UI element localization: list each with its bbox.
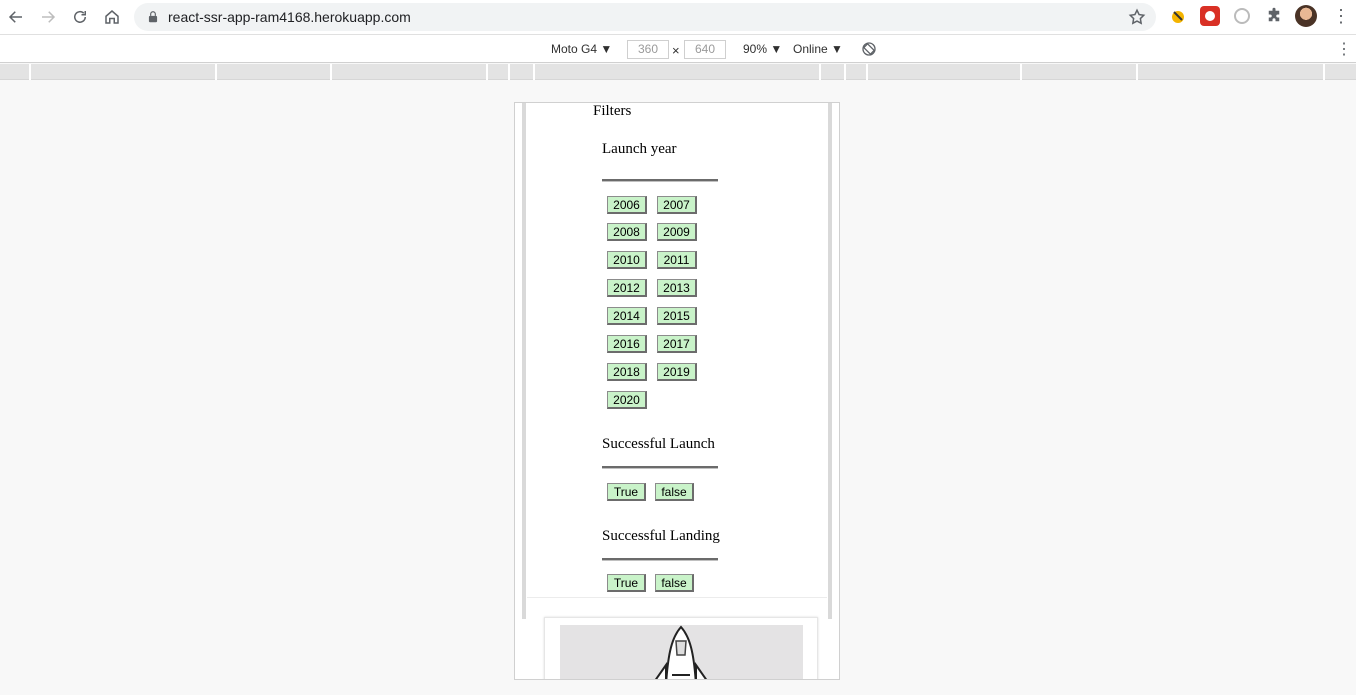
zoom-select[interactable]: 90% ▼ [743, 42, 782, 56]
home-icon[interactable] [101, 6, 123, 28]
year-button-2006[interactable]: 2006 [607, 196, 647, 214]
address-bar[interactable]: react-ssr-app-ram4168.herokuapp.com [134, 3, 1156, 31]
year-button-2013[interactable]: 2013 [657, 279, 697, 297]
successful-landing-title: Successful Landing [602, 528, 720, 544]
sidebar-border-left [522, 103, 526, 619]
extension-icon[interactable] [1232, 6, 1252, 26]
puzzle-icon[interactable] [1264, 6, 1284, 26]
browser-toolbar: react-ssr-app-ram4168.herokuapp.com ⋮ [0, 0, 1356, 34]
network-select[interactable]: Online ▼ [793, 42, 843, 56]
device-viewport[interactable]: Filters Launch year 2006 2007 2008 2009 … [514, 102, 840, 680]
year-button-2011[interactable]: 2011 [657, 251, 697, 269]
year-button-2009[interactable]: 2009 [657, 223, 697, 241]
dimension-separator: × [672, 43, 680, 58]
device-select[interactable]: Moto G4 ▼ [551, 42, 612, 56]
launch-true-button[interactable]: True [607, 483, 646, 501]
year-button-2012[interactable]: 2012 [607, 279, 647, 297]
launch-card[interactable] [544, 617, 818, 679]
landing-true-button[interactable]: True [607, 574, 646, 592]
url-text: react-ssr-app-ram4168.herokuapp.com [168, 9, 411, 25]
device-menu-icon[interactable]: ⋮ [1336, 39, 1352, 59]
lock-icon [148, 11, 158, 23]
launch-false-button[interactable]: false [655, 483, 694, 501]
year-button-2020[interactable]: 2020 [607, 391, 647, 409]
back-icon[interactable] [5, 6, 27, 28]
avatar[interactable] [1295, 5, 1317, 27]
browser-menu-icon[interactable]: ⋮ [1332, 7, 1350, 27]
successful-landing-divider [602, 558, 718, 561]
landing-false-button[interactable]: false [655, 574, 694, 592]
successful-launch-title: Successful Launch [602, 436, 715, 452]
successful-launch-divider [602, 466, 718, 469]
height-input[interactable]: 640 [684, 40, 726, 59]
year-button-2015[interactable]: 2015 [657, 307, 697, 325]
sidebar-border-right [828, 103, 832, 619]
extension-icon[interactable] [1168, 6, 1188, 26]
reload-icon[interactable] [69, 6, 91, 28]
year-button-2008[interactable]: 2008 [607, 223, 647, 241]
launch-year-title: Launch year [602, 141, 677, 157]
filters-bottom-divider [527, 597, 827, 598]
forward-icon[interactable] [37, 6, 59, 28]
device-toolbar: Moto G4 ▼ 360 × 640 90% ▼ Online ▼ ⋮ [0, 34, 1356, 63]
rotate-icon[interactable] [861, 41, 877, 57]
launch-year-divider [602, 179, 718, 182]
bookmark-star-icon[interactable] [1128, 8, 1146, 26]
year-button-2007[interactable]: 2007 [657, 196, 697, 214]
year-button-2016[interactable]: 2016 [607, 335, 647, 353]
mission-patch-image [560, 625, 803, 679]
year-button-2018[interactable]: 2018 [607, 363, 647, 381]
media-query-ruler[interactable] [0, 64, 1356, 80]
year-button-2017[interactable]: 2017 [657, 335, 697, 353]
width-input[interactable]: 360 [627, 40, 669, 59]
extension-icon[interactable] [1200, 6, 1220, 26]
year-button-2014[interactable]: 2014 [607, 307, 647, 325]
year-button-2010[interactable]: 2010 [607, 251, 647, 269]
filters-title: Filters [593, 103, 632, 119]
rocket-icon [654, 625, 708, 679]
year-button-2019[interactable]: 2019 [657, 363, 697, 381]
